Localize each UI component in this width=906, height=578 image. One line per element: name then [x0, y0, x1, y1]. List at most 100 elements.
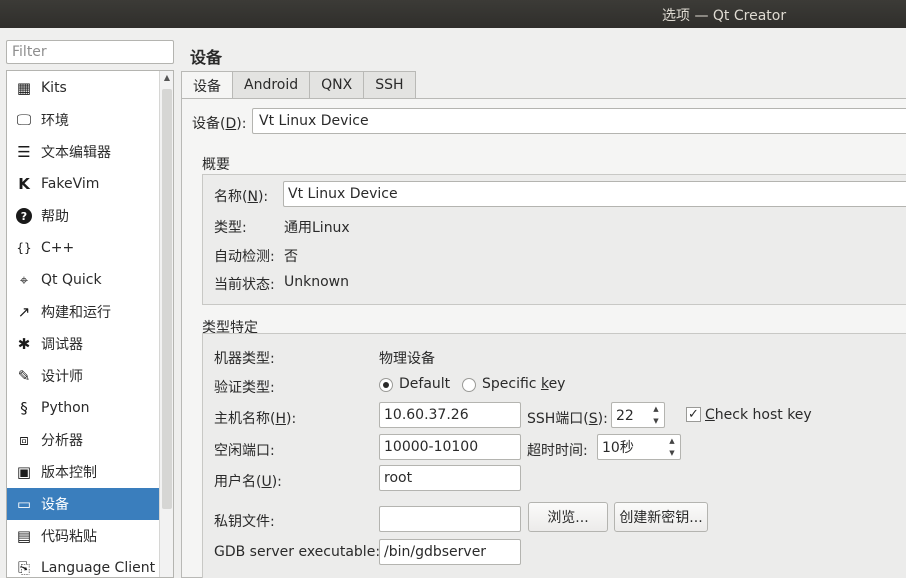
sidebar-item-label: 帮助	[41, 209, 69, 225]
sidebar-item[interactable]: ⎘ Language Client	[7, 552, 159, 577]
free-ports-label: 空闲端口:	[214, 443, 275, 459]
sidebar-item-label: Python	[41, 400, 90, 416]
kits-icon: ▦	[16, 79, 32, 97]
sidebar-item-label: Qt Quick	[41, 272, 102, 288]
sidebar-item-label: Kits	[41, 80, 67, 96]
sidebar-item[interactable]: ▭ 设备	[7, 488, 159, 520]
tab-devices[interactable]: 设备	[181, 71, 233, 100]
auth-default-label[interactable]: Default	[399, 376, 450, 392]
check-host-key-label[interactable]: Check host key	[705, 407, 812, 423]
state-label: 当前状态:	[214, 277, 275, 293]
name-label: 名称(N):	[214, 189, 269, 205]
overview-group-title: 概要	[202, 157, 230, 173]
sidebar-item[interactable]: § Python	[7, 392, 159, 424]
spin-down-icon[interactable]: ▼	[664, 447, 680, 459]
sidebar-item[interactable]: ▦ Kits	[7, 72, 159, 104]
devices-panel: 设备(D): Vt Linux Device 概要 名称(N): Vt Linu…	[181, 98, 906, 578]
state-value: Unknown	[284, 274, 349, 290]
timeout-spinbox[interactable]: 10秒 ▲ ▼	[597, 434, 681, 460]
filter-input[interactable]: Filter	[6, 40, 174, 64]
auth-type-label: 验证类型:	[214, 380, 275, 396]
machine-type-label: 机器类型:	[214, 351, 275, 367]
bug-icon: ✱	[17, 335, 31, 353]
auth-specific-key-label[interactable]: Specific key	[482, 376, 565, 392]
device-tabs: 设备 Android QNX SSH	[181, 71, 416, 100]
sidebar-item[interactable]: ✎ 设计师	[7, 360, 159, 392]
device-name-input[interactable]: Vt Linux Device	[283, 181, 906, 207]
type-label: 类型:	[214, 220, 247, 236]
autodetect-label: 自动检测:	[214, 249, 275, 265]
timeout-value: 10秒	[602, 440, 634, 456]
spin-down-icon[interactable]: ▼	[648, 415, 664, 427]
sidebar-item-label: 分析器	[41, 433, 83, 449]
tab-qnx[interactable]: QNX	[310, 71, 365, 99]
free-ports-input[interactable]: 10000-10100	[379, 434, 521, 460]
fakevim-icon: K	[18, 175, 30, 193]
timeout-label: 超时时间:	[527, 443, 588, 459]
monitor-icon: 🖵	[16, 111, 32, 129]
username-label: 用户名(U):	[214, 474, 282, 490]
username-input[interactable]: root	[379, 465, 521, 491]
sidebar-item[interactable]: ↗ 构建和运行	[7, 296, 159, 328]
sidebar-item[interactable]: ▤ 代码粘贴	[7, 520, 159, 552]
gdb-server-input[interactable]: /bin/gdbserver	[379, 539, 521, 565]
private-key-input[interactable]	[379, 506, 521, 532]
tab-ssh[interactable]: SSH	[364, 71, 416, 99]
ssh-port-value: 22	[616, 408, 634, 424]
sidebar-item-label: 构建和运行	[41, 305, 111, 321]
host-name-input[interactable]: 10.60.37.26	[379, 402, 521, 428]
help-icon: ?	[16, 208, 32, 224]
language-client-icon: ⎘	[17, 559, 30, 577]
type-specific-group: 机器类型: 物理设备 验证类型: Default Specific key 主机…	[202, 333, 906, 578]
page-title: 设备	[190, 48, 223, 67]
spin-up-icon[interactable]: ▲	[648, 403, 664, 415]
code-paste-icon: ▤	[16, 527, 32, 545]
spin-up-icon[interactable]: ▲	[664, 435, 680, 447]
sidebar-item[interactable]: 🖵 环境	[7, 104, 159, 136]
overview-group: 名称(N): Vt Linux Device 类型: 通用Linux 自动检测:…	[202, 174, 906, 305]
machine-type-value: 物理设备	[379, 351, 435, 367]
analyzer-icon: ⧈	[19, 431, 29, 449]
scroll-up-arrow-icon[interactable]: ▲	[160, 71, 173, 85]
gdb-server-label: GDB server executable:	[214, 544, 381, 560]
sidebar-item[interactable]: ☰ 文本编辑器	[7, 136, 159, 168]
private-key-label: 私钥文件:	[214, 514, 275, 530]
sidebar-item-label: 代码粘贴	[41, 529, 97, 545]
check-host-key-checkbox[interactable]: ✓	[686, 407, 701, 422]
braces-icon: {}	[16, 241, 32, 255]
window-title: 选项 — Qt Creator	[662, 8, 787, 24]
tab-android[interactable]: Android	[233, 71, 311, 99]
device-label: 设备(D):	[192, 116, 247, 132]
auth-specific-key-radio[interactable]	[462, 378, 476, 392]
options-category-list[interactable]: ⎘ Language Client ▤ 代码粘贴 ▭ 设备 ▣ 版本控制 ⧈ 分析器 § Python…	[6, 70, 174, 578]
browse-button[interactable]: 浏览...	[528, 502, 608, 532]
device-combo[interactable]: Vt Linux Device	[252, 108, 906, 134]
sidebar-item[interactable]: ⧈ 分析器	[7, 424, 159, 456]
text-editor-icon: ☰	[17, 143, 31, 161]
sidebar-item[interactable]: ▣ 版本控制	[7, 456, 159, 488]
devices-icon: ▭	[16, 495, 32, 513]
sidebar-item-label: 设备	[41, 497, 69, 513]
type-value: 通用Linux	[284, 220, 350, 236]
ssh-port-label: SSH端口(S):	[527, 411, 608, 427]
sidebar-item[interactable]: ✱ 调试器	[7, 328, 159, 360]
pen-icon: ✎	[17, 367, 31, 385]
sidebar-item-label: 版本控制	[41, 465, 97, 481]
title-bar: 选项 — Qt Creator	[0, 0, 906, 28]
autodetect-value: 否	[284, 249, 298, 265]
sidebar-item[interactable]: {} C++	[7, 232, 159, 264]
sidebar-scrollbar[interactable]: ▲	[159, 71, 173, 577]
sidebar-item[interactable]: ? 帮助	[7, 200, 159, 232]
hammer-icon: ↗	[17, 303, 31, 321]
qt-quick-icon: ⌖	[19, 271, 29, 289]
sidebar-item-label: Language Client	[41, 560, 156, 576]
scrollbar-thumb[interactable]	[162, 89, 172, 509]
sidebar-item-label: 设计师	[41, 369, 83, 385]
host-name-label: 主机名称(H):	[214, 411, 297, 427]
create-new-key-button[interactable]: 创建新密钥...	[614, 502, 708, 532]
ssh-port-spinbox[interactable]: 22 ▲ ▼	[611, 402, 665, 428]
sidebar-item-label: C++	[41, 240, 75, 256]
auth-default-radio[interactable]	[379, 378, 393, 392]
sidebar-item[interactable]: K FakeVim	[7, 168, 159, 200]
sidebar-item[interactable]: ⌖ Qt Quick	[7, 264, 159, 296]
